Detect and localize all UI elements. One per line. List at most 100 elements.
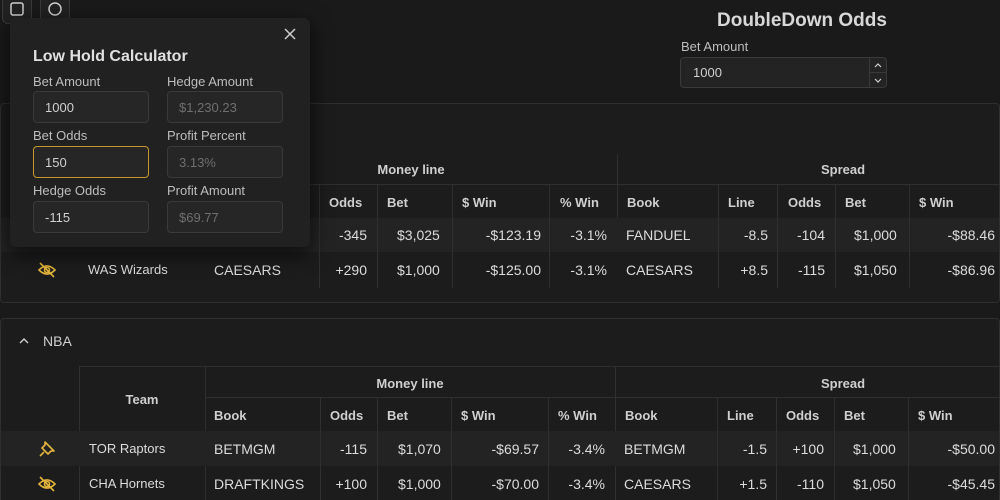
col-spread-win: $ Win bbox=[919, 195, 954, 210]
sport-section-nba: NBA Team Money line Spread Book Odds Bet… bbox=[0, 318, 1000, 500]
odds-cell: -345 bbox=[338, 227, 367, 243]
team-cell: CHA Hornets bbox=[89, 476, 165, 491]
bet-cell: $3,025 bbox=[397, 227, 440, 243]
col-odds: Odds bbox=[330, 408, 364, 423]
profit-amount-label: Profit Amount bbox=[167, 183, 246, 198]
dialog-title: Low Hold Calculator bbox=[33, 48, 188, 65]
col-spread-book: Book bbox=[625, 408, 658, 423]
decrement-button[interactable] bbox=[870, 72, 886, 87]
spread-book-cell: BETMGM bbox=[624, 441, 686, 457]
stepper-controls bbox=[869, 58, 886, 87]
team-cell: TOR Raptors bbox=[89, 441, 166, 456]
pin-icon bbox=[39, 441, 55, 457]
col-spread-book: Book bbox=[627, 195, 660, 210]
col-spread-odds: Odds bbox=[786, 408, 820, 423]
col-spread-win: $ Win bbox=[918, 408, 953, 423]
bet-amount-stepper bbox=[680, 57, 887, 88]
col-book: Book bbox=[214, 408, 247, 423]
pct-win-cell: -3.4% bbox=[568, 476, 605, 492]
sidebar-icon bbox=[10, 2, 24, 16]
odds-cell: -115 bbox=[340, 441, 367, 457]
bet-amount-field[interactable] bbox=[33, 91, 149, 123]
col-spread-bet: Bet bbox=[845, 195, 866, 210]
line-cell: -1.5 bbox=[742, 441, 767, 457]
win-cell: -$69.57 bbox=[491, 441, 539, 457]
hedge-amount-field bbox=[167, 91, 283, 123]
spread-odds-cell: -110 bbox=[797, 476, 824, 492]
bet-cell: $1,070 bbox=[398, 441, 441, 457]
chevron-up-icon bbox=[19, 338, 29, 344]
chevron-up-icon bbox=[874, 62, 882, 67]
pct-win-cell: -3.4% bbox=[568, 441, 605, 457]
spread-book-cell: CAESARS bbox=[624, 476, 691, 492]
bet-odds-field[interactable] bbox=[33, 146, 149, 178]
spread-header: Spread bbox=[820, 162, 866, 177]
low-hold-calculator-dialog: Low Hold Calculator Bet Amount Hedge Amo… bbox=[10, 18, 310, 247]
eye-off-icon bbox=[37, 476, 57, 492]
hide-team-button[interactable] bbox=[37, 476, 57, 497]
col-team: Team bbox=[125, 392, 159, 407]
spread-bet-cell: $1,050 bbox=[853, 476, 896, 492]
win-cell: -$70.00 bbox=[491, 476, 539, 492]
eye-off-icon bbox=[37, 262, 57, 278]
line-cell: -8.5 bbox=[743, 227, 768, 243]
bet-amount-label: Bet Amount bbox=[33, 74, 101, 89]
book-cell: BETMGM bbox=[214, 441, 276, 457]
win-cell: -$125.00 bbox=[485, 262, 541, 278]
pct-win-cell: -3.1% bbox=[570, 262, 607, 278]
col-spread-bet: Bet bbox=[844, 408, 865, 423]
spread-odds-cell: -104 bbox=[796, 227, 825, 243]
book-cell: DRAFTKINGS bbox=[214, 476, 305, 492]
col-bet: Bet bbox=[387, 408, 408, 423]
close-icon bbox=[284, 28, 296, 40]
increment-button[interactable] bbox=[870, 58, 886, 72]
col-pct-win: % Win bbox=[558, 408, 597, 423]
odds-cell: +100 bbox=[335, 476, 367, 492]
col-spread-odds: Odds bbox=[788, 195, 822, 210]
spread-win-cell: -$88.46 bbox=[947, 227, 995, 243]
app-title: DoubleDown Odds bbox=[717, 10, 887, 31]
spread-odds-cell: +100 bbox=[792, 441, 824, 457]
odds-cell: +290 bbox=[335, 262, 367, 278]
col-pct-win: % Win bbox=[560, 195, 599, 210]
col-bet: Bet bbox=[387, 195, 408, 210]
profit-percent-label: Profit Percent bbox=[167, 128, 246, 143]
col-win: $ Win bbox=[462, 195, 497, 210]
book-cell: CAESARS bbox=[214, 262, 281, 278]
spread-win-cell: -$50.00 bbox=[947, 441, 995, 457]
pin-team-button[interactable] bbox=[38, 440, 56, 463]
bet-amount-label: Bet Amount bbox=[681, 39, 749, 54]
search-icon bbox=[48, 2, 62, 16]
section-label: NBA bbox=[43, 333, 72, 349]
close-button[interactable] bbox=[281, 25, 299, 43]
hide-team-button[interactable] bbox=[37, 262, 57, 283]
col-line: Line bbox=[727, 408, 754, 423]
spread-win-cell: -$86.96 bbox=[947, 262, 995, 278]
spread-book-cell: FANDUEL bbox=[626, 227, 691, 243]
bet-cell: $1,000 bbox=[398, 476, 441, 492]
col-line: Line bbox=[728, 195, 755, 210]
spread-win-cell: -$45.45 bbox=[947, 476, 995, 492]
bet-cell: $1,000 bbox=[397, 262, 440, 278]
spread-bet-cell: $1,050 bbox=[854, 262, 897, 278]
section-toggle[interactable]: NBA bbox=[19, 333, 72, 349]
profit-amount-field bbox=[167, 201, 283, 233]
spread-book-cell: CAESARS bbox=[626, 262, 693, 278]
spread-header: Spread bbox=[820, 376, 866, 391]
win-cell: -$123.19 bbox=[485, 227, 541, 243]
hedge-odds-field[interactable] bbox=[33, 201, 149, 233]
spread-bet-cell: $1,000 bbox=[853, 441, 896, 457]
spread-odds-cell: -115 bbox=[798, 262, 825, 278]
col-odds: Odds bbox=[329, 195, 363, 210]
col-win: $ Win bbox=[461, 408, 496, 423]
team-cell: WAS Wizards bbox=[88, 262, 168, 277]
line-cell: +8.5 bbox=[740, 262, 768, 278]
bet-amount-input[interactable] bbox=[681, 65, 869, 80]
pct-win-cell: -3.1% bbox=[570, 227, 607, 243]
money-line-header: Money line bbox=[376, 376, 444, 391]
spread-bet-cell: $1,000 bbox=[854, 227, 897, 243]
hedge-amount-label: Hedge Amount bbox=[167, 74, 254, 89]
profit-percent-field bbox=[167, 146, 283, 178]
bet-odds-label: Bet Odds bbox=[33, 128, 88, 143]
hedge-odds-label: Hedge Odds bbox=[33, 183, 106, 198]
